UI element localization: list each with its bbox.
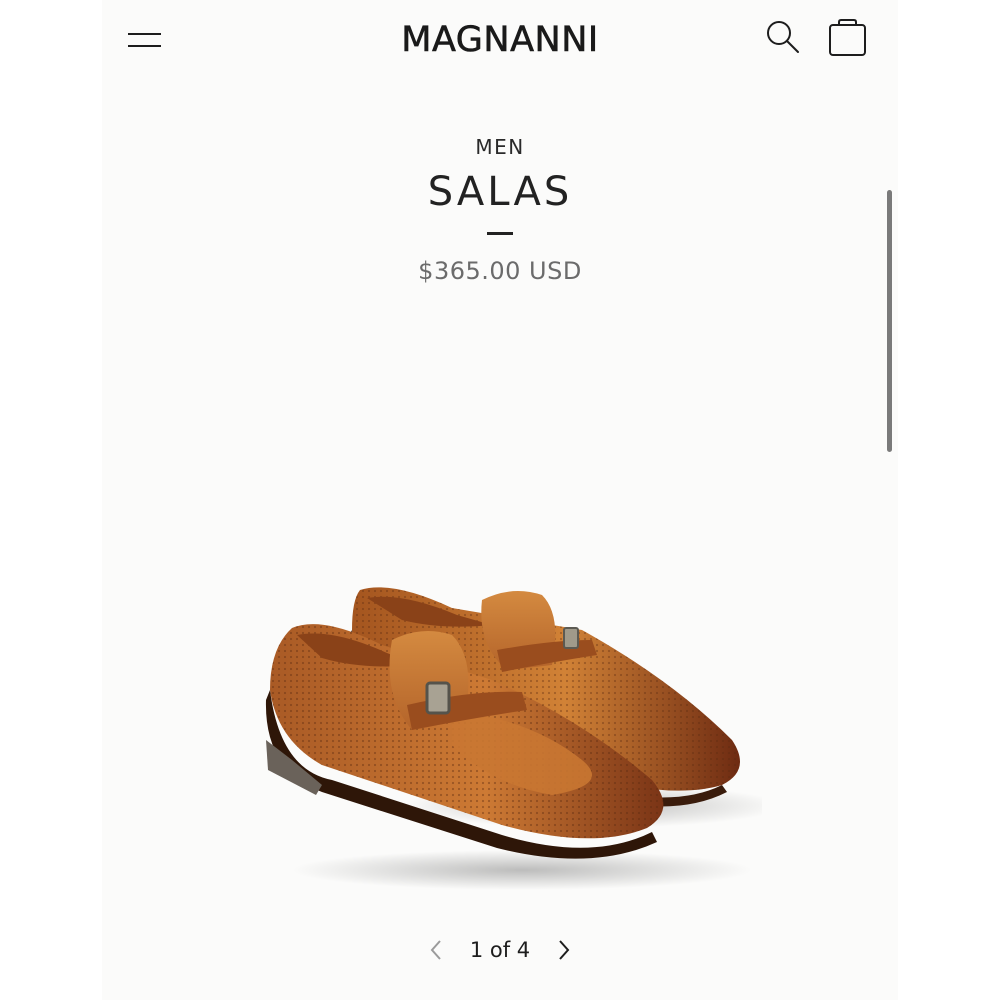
cart-button[interactable] bbox=[824, 16, 868, 60]
product-price: $365.00 USD bbox=[418, 257, 582, 285]
search-icon bbox=[767, 21, 799, 53]
title-divider bbox=[487, 232, 513, 235]
product-image[interactable] bbox=[252, 570, 782, 890]
image-counter: 1 of 4 bbox=[469, 938, 531, 962]
chevron-left-icon bbox=[430, 940, 441, 960]
product-title: SALAS bbox=[427, 169, 573, 215]
hamburger-menu-icon-line bbox=[128, 45, 161, 47]
chevron-right-icon bbox=[559, 940, 570, 960]
search-button[interactable] bbox=[764, 18, 804, 58]
previous-image-button[interactable] bbox=[424, 938, 448, 962]
shoe-illustration bbox=[265, 587, 782, 890]
gallery-pager: 1 of 4 bbox=[102, 930, 898, 970]
scrollbar-thumb[interactable] bbox=[887, 190, 892, 452]
menu-button[interactable] bbox=[128, 28, 162, 52]
site-header: MAGNANNI bbox=[102, 0, 898, 80]
hamburger-menu-icon bbox=[128, 33, 161, 35]
shopping-bag-icon bbox=[829, 19, 866, 56]
product-page: MAGNANNI MEN SALAS $365.00 USD 1 of 4 bbox=[102, 0, 898, 1000]
product-category[interactable]: MEN bbox=[102, 132, 898, 162]
next-image-button[interactable] bbox=[552, 938, 576, 962]
product-header: MEN SALAS $365.00 USD bbox=[102, 132, 898, 287]
